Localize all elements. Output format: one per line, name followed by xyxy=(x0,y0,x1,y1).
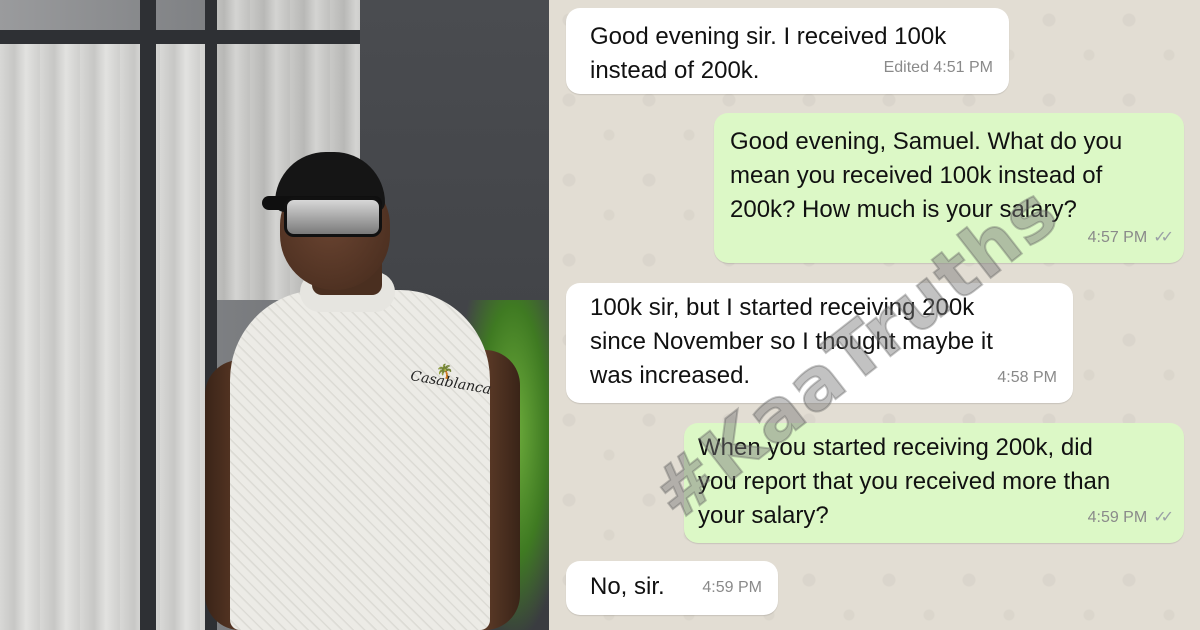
message-text: No, sir. xyxy=(590,573,665,600)
message-meta: 4:59 PM ✓✓ xyxy=(1087,501,1174,535)
double-check-icon: ✓✓ xyxy=(1153,509,1174,526)
message-timestamp: 4:58 PM xyxy=(997,369,1057,386)
message-timestamp: 4:59 PM xyxy=(702,579,762,596)
message-timestamp: Edited 4:51 PM xyxy=(883,59,993,76)
double-check-icon: ✓✓ xyxy=(1153,229,1174,246)
message-meta: Edited 4:51 PM xyxy=(884,51,993,85)
window-frame-mid xyxy=(140,0,156,630)
person-sunglasses xyxy=(284,197,382,237)
message-meta: 4:59 PM xyxy=(702,571,762,605)
profile-photo: 🌴 Casablanca xyxy=(0,0,549,630)
message-meta: 4:58 PM xyxy=(997,361,1057,395)
message-meta: 4:57 PM ✓✓ xyxy=(1087,221,1174,255)
person-shirt xyxy=(230,290,490,630)
message-bubble-incoming[interactable]: Good evening sir. I received 100k instea… xyxy=(566,8,1009,94)
photo-curtain xyxy=(0,40,210,630)
message-text: Good evening, Samuel. What do you mean y… xyxy=(730,128,1123,223)
window-frame-top xyxy=(0,30,360,44)
message-bubble-incoming[interactable]: No, sir. 4:59 PM xyxy=(566,561,778,615)
message-timestamp: 4:57 PM xyxy=(1087,229,1148,246)
message-timestamp: 4:59 PM xyxy=(1087,509,1148,526)
